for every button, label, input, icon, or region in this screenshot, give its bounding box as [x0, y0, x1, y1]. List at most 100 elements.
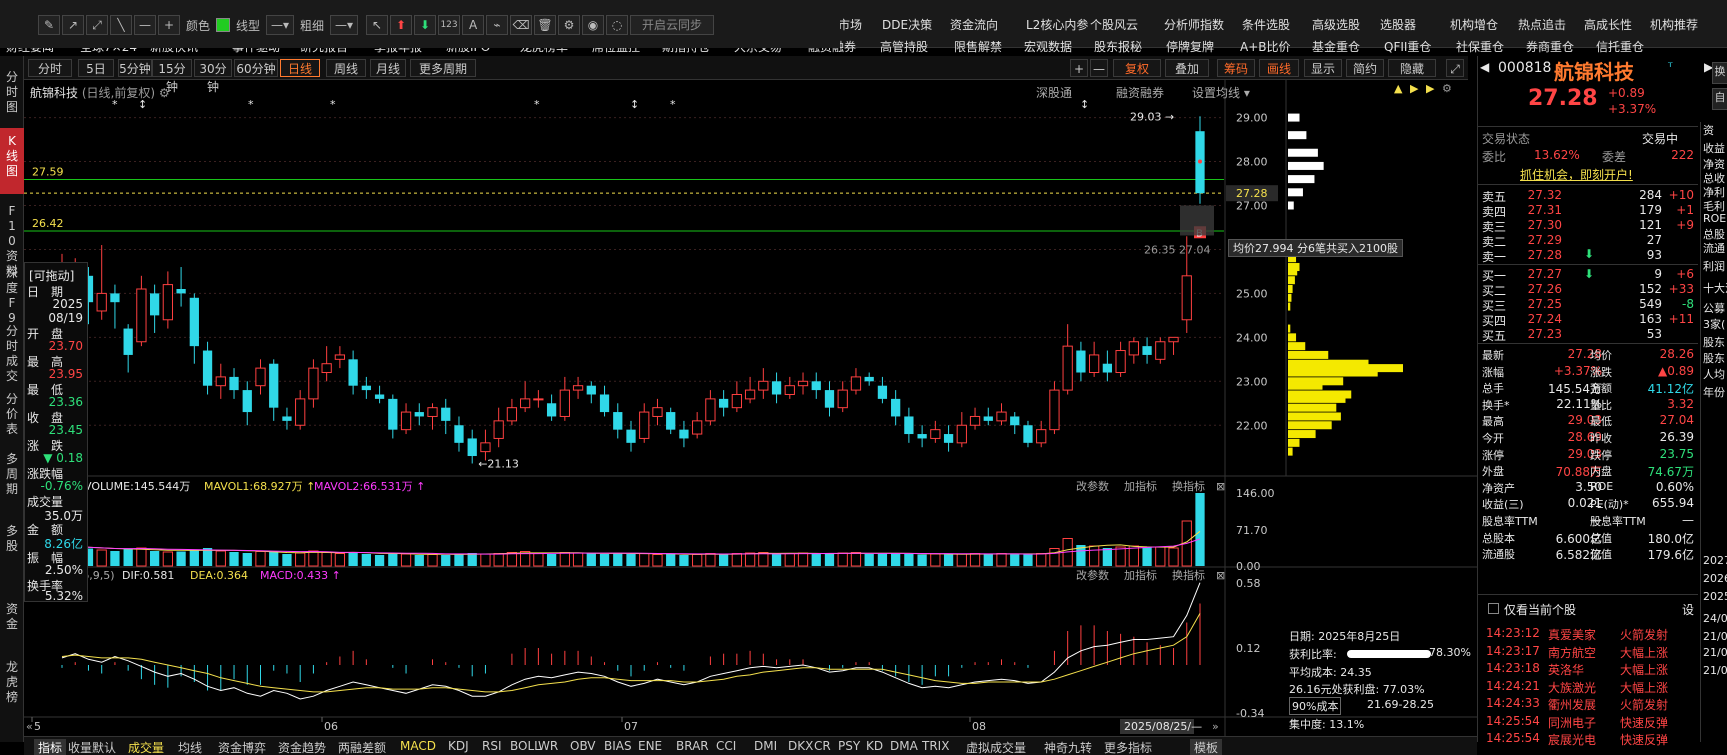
candle[interactable] [811, 381, 821, 391]
ask-price[interactable]: 27.30 [1528, 218, 1562, 232]
candle[interactable] [334, 354, 346, 360]
side-tab-0[interactable]: 换 [1712, 62, 1727, 84]
candle[interactable] [374, 394, 385, 399]
macd-link-2[interactable]: 换指标 [1172, 568, 1205, 582]
indicator-tab-2[interactable]: 成交量 [128, 739, 164, 755]
volume-link-1[interactable]: 加指标 [1124, 479, 1157, 493]
segment-icon[interactable]: ╲ [110, 15, 132, 35]
candle[interactable] [308, 367, 319, 400]
candle[interactable] [136, 288, 147, 343]
period-tab-6[interactable]: 日线 [280, 59, 320, 77]
candle[interactable] [400, 411, 412, 431]
indicator-tab-17[interactable]: DMI [754, 739, 777, 753]
ask-price[interactable]: 27.29 [1528, 233, 1562, 247]
candle[interactable] [295, 398, 306, 426]
news-stock[interactable]: 同洲电子 [1548, 714, 1596, 731]
menu-item-9[interactable]: 选股器 [1380, 16, 1416, 33]
menu-item-3[interactable]: 资金流向 [950, 16, 998, 33]
candle[interactable] [520, 398, 531, 409]
news-stock[interactable]: 南方航空 [1548, 644, 1596, 661]
candle[interactable] [1023, 425, 1033, 443]
candle[interactable] [96, 292, 107, 312]
macd-link-0[interactable]: 改参数 [1076, 568, 1109, 582]
candle[interactable] [943, 434, 954, 443]
candle[interactable] [639, 411, 650, 439]
menu-item-7[interactable]: 条件选股 [1242, 16, 1290, 33]
bid-price[interactable]: 27.25 [1528, 297, 1562, 311]
news-stock[interactable]: 真爱美家 [1548, 626, 1596, 643]
rail-item-8[interactable]: 资金 [0, 596, 24, 650]
trash-icon[interactable]: 🗑 [534, 15, 557, 35]
top-link-0[interactable]: 深股通 [1036, 84, 1072, 101]
eye-icon[interactable]: ◉ [582, 15, 605, 35]
menu2-item-13[interactable]: 限售解禁 [954, 38, 1002, 55]
indicator-tab-15[interactable]: BRAR [676, 739, 709, 753]
menu2-item-19[interactable]: QFII重仓 [1384, 38, 1431, 55]
prev-stock-icon[interactable]: ◀ [1480, 60, 1489, 74]
menu2-item-12[interactable]: 高管持股 [880, 38, 928, 55]
menu-item-4[interactable]: L2核心内参 [1026, 16, 1088, 33]
candle[interactable] [930, 429, 941, 439]
indicator-tab-8[interactable]: KDJ [448, 739, 469, 753]
menu2-item-18[interactable]: 基金重仓 [1312, 38, 1360, 55]
candle[interactable] [215, 376, 226, 387]
rail-item-1[interactable]: K线图 [0, 128, 24, 194]
candle[interactable] [996, 411, 1007, 422]
candle[interactable] [110, 293, 120, 303]
candle[interactable] [1102, 363, 1113, 373]
candle[interactable] [493, 420, 504, 439]
indicator-tab-19[interactable]: CR [814, 739, 831, 753]
candle[interactable] [149, 293, 160, 316]
candle[interactable] [1155, 341, 1166, 360]
event-marker-icon[interactable]: ↕ [1080, 98, 1089, 111]
menu2-item-21[interactable]: 券商重仓 [1526, 38, 1574, 55]
candle[interactable] [282, 416, 292, 421]
cost-select[interactable]: 90%成本 [1289, 697, 1342, 715]
candle[interactable] [744, 389, 756, 400]
gear-icon[interactable]: ⚙ [558, 15, 581, 35]
chip-tool-icon[interactable]: ▲ [1394, 82, 1403, 95]
chip-tool-icon[interactable]: ▶ [1426, 82, 1435, 95]
kline-info-box[interactable]: [可拖动] 日 期 2025 08/19 开 盘 23.70 最 高 23.95… [24, 262, 88, 603]
period-tab-1[interactable]: 5日 [78, 59, 114, 77]
hline-icon[interactable]: — [134, 15, 156, 35]
menu2-item-17[interactable]: A+B比价 [1240, 38, 1291, 55]
bid-price[interactable]: 27.23 [1528, 327, 1562, 341]
chart-button-8[interactable]: 隐藏 [1388, 59, 1436, 77]
side-tab-1[interactable]: 自 [1712, 88, 1727, 110]
menu2-item-20[interactable]: 社保重仓 [1456, 38, 1504, 55]
indicator-tab-21[interactable]: KD [866, 739, 883, 753]
bid-price[interactable]: 27.26 [1528, 282, 1562, 296]
candle[interactable] [176, 289, 186, 294]
menu-item-13[interactable]: 机构推荐 [1650, 16, 1698, 33]
candle[interactable] [917, 434, 927, 439]
candle[interactable] [388, 398, 398, 430]
cloud-sync-button[interactable]: 开启云同步 [630, 15, 715, 35]
chart-button-7[interactable]: 简约 [1346, 59, 1384, 77]
period-tab-2[interactable]: 5分钟 [118, 59, 152, 77]
chart-button-6[interactable]: 显示 [1304, 59, 1342, 77]
ask-price[interactable]: 27.31 [1528, 203, 1562, 217]
candle[interactable] [506, 407, 518, 422]
chart-button-0[interactable]: + [1070, 59, 1088, 77]
event-marker-icon[interactable]: * [670, 98, 676, 111]
indicator-tab-12[interactable]: OBV [570, 739, 596, 753]
chart-button-1[interactable]: — [1090, 59, 1108, 77]
period-tab-9[interactable]: 更多周期 [410, 59, 476, 77]
rail-item-7[interactable]: 多股 [0, 518, 24, 572]
indicator-tab-9[interactable]: RSI [482, 739, 502, 753]
rail-item-0[interactable]: 分时图 [0, 64, 24, 118]
volume-link-2[interactable]: 换指标 [1172, 479, 1205, 493]
candle[interactable] [824, 390, 835, 408]
indicator-tab-4[interactable]: 资金博弈 [218, 739, 266, 755]
hide-icon[interactable]: ◌ [606, 15, 629, 35]
period-tab-4[interactable]: 30分钟 [194, 59, 232, 94]
fullscreen-icon[interactable]: ⤢ [1446, 59, 1464, 77]
indicator-tab-5[interactable]: 资金趋势 [278, 739, 326, 755]
news-stock[interactable]: 衢州发展 [1548, 696, 1596, 713]
menu-item-12[interactable]: 高成长性 [1584, 16, 1632, 33]
settings-button[interactable]: 设 [1682, 601, 1694, 618]
ask-price[interactable]: 27.28 [1528, 248, 1562, 262]
chart-button-5[interactable]: 画线 [1259, 59, 1299, 77]
candle[interactable] [533, 398, 544, 401]
